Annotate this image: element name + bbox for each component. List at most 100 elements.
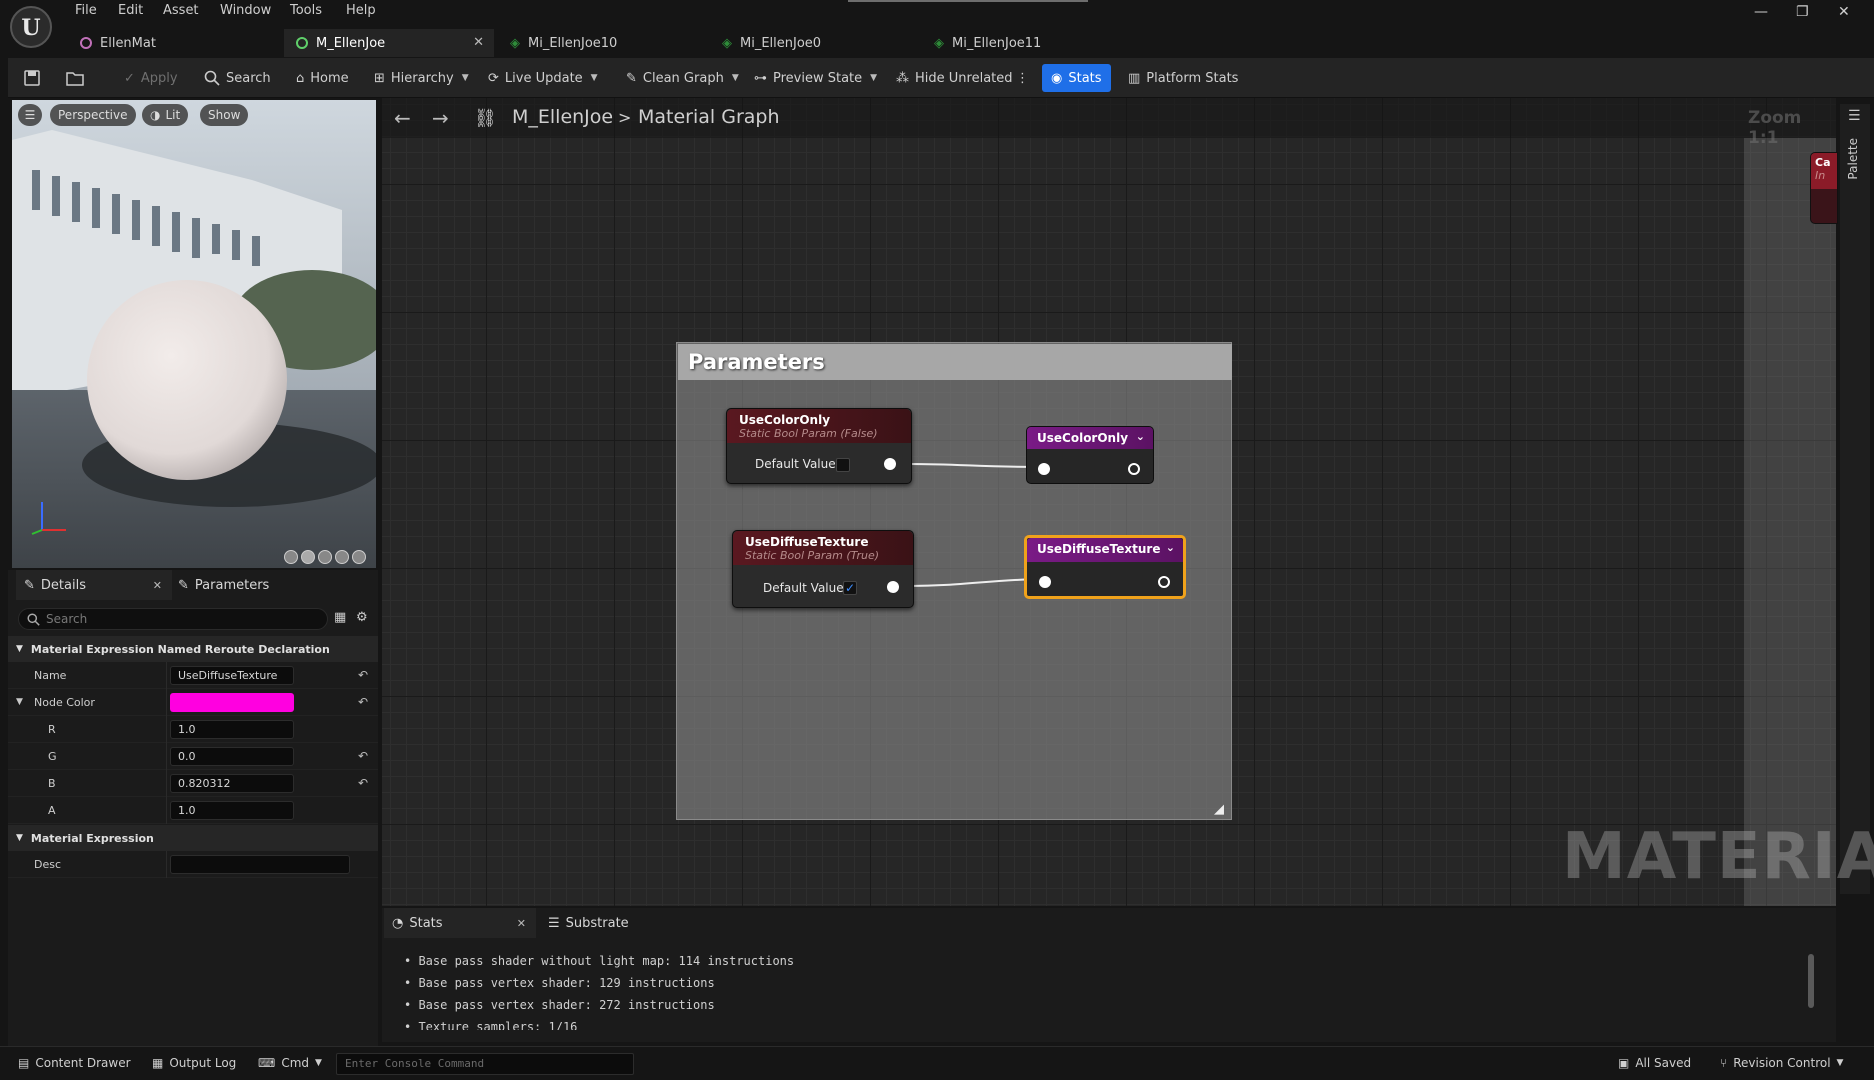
tab-details[interactable]: ✎ Details ✕ xyxy=(16,570,172,600)
desc-field[interactable] xyxy=(170,855,350,874)
output-log-button[interactable]: ▦ Output Log xyxy=(152,1056,236,1070)
back-arrow-icon[interactable]: ← xyxy=(394,106,411,130)
hide-unrelated-button[interactable]: ⁂ Hide Unrelated xyxy=(896,58,1013,98)
platform-stats-label: Platform Stats xyxy=(1146,70,1239,86)
apply-label: Apply xyxy=(140,70,178,86)
channel-b-field[interactable]: 0.820312 xyxy=(170,774,294,793)
output-log-label: Output Log xyxy=(169,1056,237,1070)
stats-button[interactable]: ◉ Stats xyxy=(1042,64,1111,92)
minimize-icon[interactable]: — xyxy=(1754,4,1768,20)
menu-asset[interactable]: Asset xyxy=(163,3,199,18)
hierarchy-button[interactable]: ⊞ Hierarchy ▼ xyxy=(374,58,469,98)
more-options-icon[interactable]: ⋮ xyxy=(1016,58,1029,98)
home-button[interactable]: ⌂ Home xyxy=(296,58,349,98)
input-pin[interactable] xyxy=(1038,463,1050,475)
name-field[interactable]: UseDiffuseTexture xyxy=(170,666,294,685)
reroute-node-usediffusetexture[interactable]: UseDiffuseTexture ⌄ xyxy=(1024,535,1186,599)
param-node-usecoloronly[interactable]: UseColorOnly Static Bool Param (False) D… xyxy=(726,408,912,484)
channel-g-field[interactable]: 0.0 xyxy=(170,747,294,766)
plane-icon[interactable] xyxy=(318,550,332,564)
preview-state-icon: ⊶ xyxy=(754,70,767,86)
preview-viewport[interactable]: ☰ Perspective ◑ Lit Show xyxy=(12,100,376,568)
channel-r-field[interactable]: 1.0 xyxy=(170,720,294,739)
tab-ellenmat[interactable]: EllenMat xyxy=(68,29,280,57)
output-pin[interactable] xyxy=(884,458,896,470)
menu-file[interactable]: File xyxy=(75,3,97,18)
restore-icon[interactable]: ❐ xyxy=(1796,4,1809,20)
tab-m-ellenjoe[interactable]: M_EllenJoe ✕ xyxy=(284,29,494,57)
all-saved-button[interactable]: ▣ All Saved xyxy=(1618,1056,1691,1070)
output-pin[interactable] xyxy=(1158,576,1170,588)
stats-scrollbar[interactable] xyxy=(1808,954,1814,1008)
palette-icon[interactable]: ☰ xyxy=(1848,108,1861,124)
reset-icon[interactable]: ↶ xyxy=(358,749,368,763)
tab-mi-ellenjoe0[interactable]: ◈ Mi_EllenJoe0 xyxy=(710,29,920,57)
save-icon[interactable] xyxy=(24,58,40,98)
tab-parameters[interactable]: ✎ Parameters xyxy=(178,570,269,600)
gear-icon[interactable]: ⚙ xyxy=(356,610,368,625)
breadcrumb-asset[interactable]: M_EllenJoe xyxy=(512,106,613,128)
stats-label: Stats xyxy=(1068,70,1102,86)
output-pin[interactable] xyxy=(887,581,899,593)
unreal-logo-icon[interactable]: U xyxy=(10,6,52,48)
live-update-button[interactable]: ⟳ Live Update ▼ xyxy=(488,58,598,98)
clean-graph-button[interactable]: ✎ Clean Graph ▼ xyxy=(626,58,739,98)
reset-icon[interactable]: ↶ xyxy=(358,695,368,709)
output-pin[interactable] xyxy=(1128,463,1140,475)
tab-mi-ellenjoe11[interactable]: ◈ Mi_EllenJoe11 xyxy=(922,29,1132,57)
tab-substrate[interactable]: ☰ Substrate xyxy=(548,908,629,938)
chevron-down-icon[interactable]: ⌄ xyxy=(1136,430,1145,443)
section-named-reroute-declaration[interactable]: ▼ Material Expression Named Reroute Decl… xyxy=(8,636,378,662)
cube-icon[interactable] xyxy=(335,550,349,564)
close-tab-icon[interactable]: ✕ xyxy=(473,35,484,50)
cmd-dropdown[interactable]: ⌨ Cmd ▼ xyxy=(258,1056,322,1070)
comment-title[interactable]: Parameters xyxy=(678,344,1232,380)
section-material-expression[interactable]: ▼ Material Expression xyxy=(8,825,378,851)
viewport-menu-icon[interactable]: ☰ xyxy=(18,104,42,126)
default-value-checkbox[interactable]: ✓ xyxy=(843,581,857,595)
content-drawer-button[interactable]: ▤ Content Drawer xyxy=(18,1056,131,1070)
palette-tab[interactable]: Palette xyxy=(1846,138,1860,180)
chevron-down-icon[interactable]: ▼ xyxy=(16,697,23,707)
reroute-node-usecoloronly[interactable]: UseColorOnly ⌄ xyxy=(1026,426,1154,484)
channel-a-field[interactable]: 1.0 xyxy=(170,801,294,820)
search-button[interactable]: Search xyxy=(204,58,271,98)
reset-icon[interactable]: ↶ xyxy=(358,776,368,790)
menu-help[interactable]: Help xyxy=(346,3,376,18)
cylinder-icon[interactable] xyxy=(284,550,298,564)
input-pin[interactable] xyxy=(1039,576,1051,588)
show-button[interactable]: Show xyxy=(200,104,249,126)
close-window-icon[interactable]: ✕ xyxy=(1838,4,1850,20)
breadcrumb-graph[interactable]: Material Graph xyxy=(638,106,780,128)
material-watermark: MATERIAL xyxy=(1562,820,1874,894)
perspective-button[interactable]: Perspective xyxy=(50,104,136,126)
tab-mi-ellenjoe10[interactable]: ◈ Mi_EllenJoe10 xyxy=(498,29,708,57)
details-search-input[interactable]: Search xyxy=(18,608,328,630)
menu-edit[interactable]: Edit xyxy=(118,3,143,18)
tab-stats[interactable]: ◔ Stats ✕ xyxy=(384,908,536,938)
revision-control-button[interactable]: ⑂ Revision Control ▼ xyxy=(1720,1056,1843,1070)
teapot-icon[interactable] xyxy=(352,550,366,564)
apply-button[interactable]: ✓ Apply xyxy=(124,58,178,98)
console-input[interactable]: Enter Console Command xyxy=(336,1053,634,1075)
param-node-usediffusetexture[interactable]: UseDiffuseTexture Static Bool Param (Tru… xyxy=(732,530,914,608)
table-view-icon[interactable]: ▦ xyxy=(334,610,346,625)
node-color-swatch[interactable] xyxy=(170,693,294,712)
menu-tools[interactable]: Tools xyxy=(290,3,322,18)
partial-node[interactable]: Ca In xyxy=(1810,152,1838,224)
sphere-icon[interactable] xyxy=(301,550,315,564)
close-tab-icon[interactable]: ✕ xyxy=(517,917,526,930)
menu-window[interactable]: Window xyxy=(220,3,271,18)
prop-row-node-color: ▼ Node Color ↶ xyxy=(8,689,378,716)
forward-arrow-icon[interactable]: → xyxy=(432,106,449,130)
lit-button[interactable]: ◑ Lit xyxy=(142,104,189,126)
preview-state-button[interactable]: ⊶ Preview State ▼ xyxy=(754,58,877,98)
close-tab-icon[interactable]: ✕ xyxy=(153,579,162,592)
browse-asset-icon[interactable] xyxy=(66,58,84,98)
platform-stats-button[interactable]: ▥ Platform Stats xyxy=(1128,58,1238,98)
chevron-down-icon[interactable]: ⌄ xyxy=(1166,541,1175,554)
list-icon: ☰ xyxy=(548,915,560,931)
resize-handle-icon[interactable]: ◢ xyxy=(1214,802,1224,817)
default-value-checkbox[interactable] xyxy=(836,458,850,472)
reset-icon[interactable]: ↶ xyxy=(358,668,368,682)
